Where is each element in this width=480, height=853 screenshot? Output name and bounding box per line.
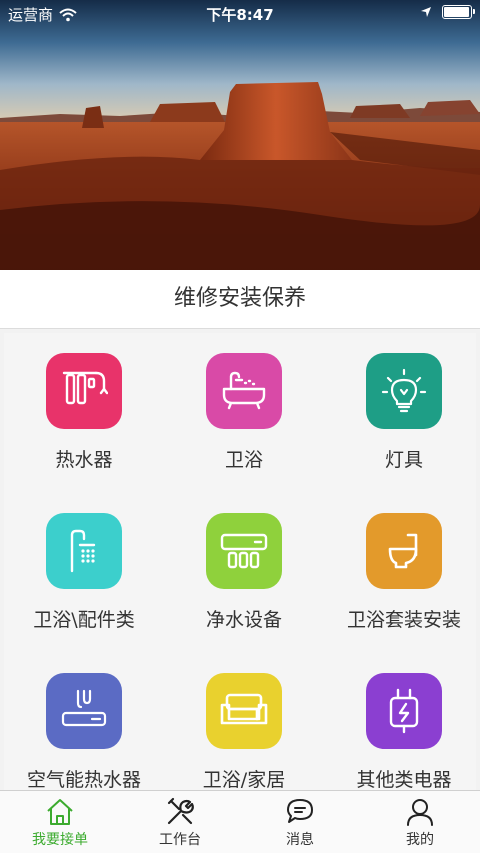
category-label: 卫浴 bbox=[224, 449, 263, 471]
toilet-icon bbox=[388, 533, 418, 569]
tab-messages[interactable]: 消息 bbox=[240, 791, 360, 853]
category-bathroom-home[interactable]: 卫浴/家居 bbox=[164, 653, 324, 813]
tab-label: 消息 bbox=[286, 832, 314, 848]
light-bulb-icon bbox=[381, 368, 427, 413]
water-purifier-icon bbox=[220, 533, 268, 569]
category-tile bbox=[46, 353, 122, 429]
category-air-energy-heater[interactable]: 空气能热水器 bbox=[4, 653, 164, 813]
category-grid-inner: 热水器 卫浴 灯具 卫浴\配件类 净水设备 卫浴套装安装 空气能热水器 卫浴/家… bbox=[4, 333, 476, 791]
home-icon bbox=[47, 799, 73, 825]
location-arrow-icon bbox=[421, 7, 431, 17]
section-title: 维修安装保养 bbox=[0, 270, 480, 328]
category-tile bbox=[366, 673, 442, 749]
category-tile bbox=[206, 513, 282, 589]
battery-icon bbox=[442, 5, 475, 19]
message-icon bbox=[287, 799, 313, 823]
category-label: 卫浴/家居 bbox=[202, 769, 286, 791]
desert-mesa-image bbox=[0, 0, 480, 270]
category-tile bbox=[206, 673, 282, 749]
shower-icon bbox=[70, 529, 96, 573]
category-tile bbox=[206, 353, 282, 429]
sofa-icon bbox=[220, 693, 268, 725]
battery-fill bbox=[444, 7, 469, 17]
category-label: 其他类电器 bbox=[356, 769, 452, 791]
category-label: 卫浴套装安装 bbox=[346, 609, 461, 631]
category-bathroom[interactable]: 卫浴 bbox=[164, 333, 324, 493]
category-other-appliances[interactable]: 其他类电器 bbox=[324, 653, 480, 813]
banner-image[interactable] bbox=[0, 0, 480, 270]
category-label: 灯具 bbox=[384, 449, 423, 471]
profile-icon bbox=[407, 799, 433, 826]
category-lamps[interactable]: 灯具 bbox=[324, 333, 480, 493]
tab-take-orders[interactable]: 我要接单 bbox=[0, 791, 120, 853]
water-filter-icon bbox=[62, 371, 108, 405]
category-label: 净水设备 bbox=[205, 609, 282, 631]
bathtub-icon bbox=[222, 371, 266, 410]
category-tile bbox=[46, 673, 122, 749]
tab-profile[interactable]: 我的 bbox=[360, 791, 480, 853]
status-bar: 运营商 下午8:47 bbox=[0, 0, 480, 28]
category-grid: 热水器 卫浴 灯具 卫浴\配件类 净水设备 卫浴套装安装 空气能热水器 卫浴/家… bbox=[0, 328, 480, 791]
category-tile bbox=[46, 513, 122, 589]
tab-label: 工作台 bbox=[159, 832, 201, 848]
category-label: 热水器 bbox=[55, 449, 113, 471]
status-right-group bbox=[420, 5, 475, 19]
category-label: 空气能热水器 bbox=[26, 769, 141, 791]
category-tile bbox=[366, 353, 442, 429]
air-heater-icon bbox=[61, 689, 107, 727]
category-label: 卫浴\配件类 bbox=[33, 609, 135, 631]
tools-icon bbox=[167, 797, 194, 825]
plug-icon bbox=[389, 688, 419, 734]
category-water-heater[interactable]: 热水器 bbox=[4, 333, 164, 493]
tab-label: 我的 bbox=[406, 832, 434, 848]
tab-workbench[interactable]: 工作台 bbox=[120, 791, 240, 853]
tab-bar: 我要接单 工作台 消息 我的 bbox=[0, 790, 480, 853]
category-tile bbox=[366, 513, 442, 589]
category-bathroom-accessories[interactable]: 卫浴\配件类 bbox=[4, 493, 164, 653]
category-water-purifier[interactable]: 净水设备 bbox=[164, 493, 324, 653]
category-bathroom-set-install[interactable]: 卫浴套装安装 bbox=[324, 493, 480, 653]
status-time: 下午8:47 bbox=[206, 6, 274, 24]
tab-label: 我要接单 bbox=[32, 832, 88, 848]
